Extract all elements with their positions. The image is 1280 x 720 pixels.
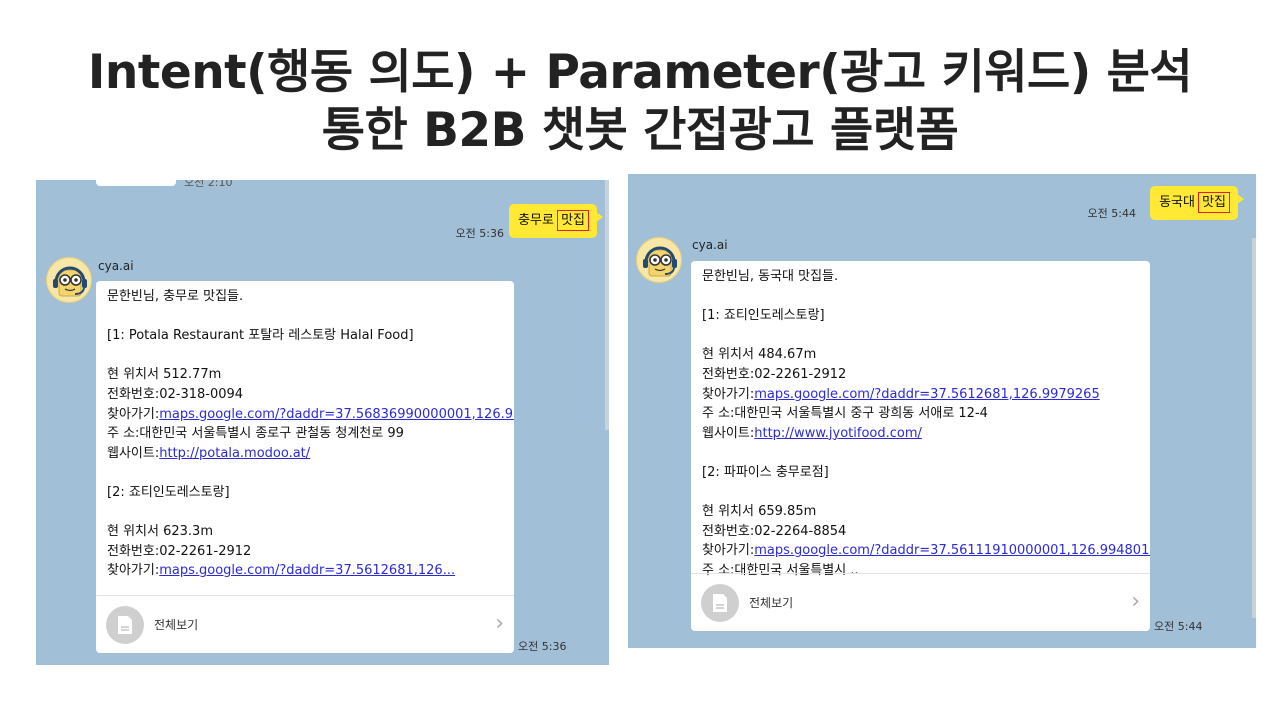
restaurant-1-heading: [1: Potala Restaurant 포탈라 레스토랑 Halal Foo… [107,328,414,344]
chat-screenshot-left: 오전 2:10 충무로 맛집 오전 5:36 cya.ai 문한빈님, 충무로 … [36,180,609,665]
restaurant-2-distance: 현 위치서 659.85m [702,504,817,520]
user-message-time: 오전 5:44 [1087,207,1136,220]
view-all-button[interactable]: 전체보기 › [691,573,1150,631]
keyword-highlight: 맛집 [1198,192,1230,213]
restaurant-1-directions-label: 찾아가기: [702,386,755,402]
scrollbar[interactable] [605,180,609,430]
restaurant-2-directions-label: 찾아가기: [702,543,755,559]
previous-message-time: 오전 2:10 [184,180,233,189]
slide-title-line1: Intent(행동 의도) + Parameter(광고 키워드) 분석 [87,45,1193,100]
restaurant-2-heading: [2: 파파이스 충무로점] [702,464,829,480]
user-message-text: 충무로 [518,213,559,228]
greeting-text: 문한빈님, 동국대 맛집들. [702,269,839,284]
restaurant-1-address: 주 소:대한민국 서울특별시 종로구 관철동 청계천로 99 [107,426,404,442]
view-all-label: 전체보기 [749,596,794,610]
chevron-right-icon: › [495,611,504,636]
chatbot-headset-avatar-icon [46,257,92,303]
user-message-bubble: 동국대 맛집 [1150,186,1244,220]
restaurant-1-distance: 현 위치서 484.67m [702,347,817,363]
restaurant-1-directions-label: 찾아가기: [107,406,160,422]
restaurant-2-directions-link[interactable]: maps.google.com/?daddr=37.56111910000001… [754,543,1150,558]
restaurant-1-directions-link[interactable]: maps.google.com/?daddr=37.56836990000001… [159,407,514,422]
restaurant-1-phone: 전화번호:02-2261-2912 [702,366,847,382]
restaurant-1-directions-link[interactable]: maps.google.com/?daddr=37.5612681,126.99… [754,387,1100,402]
bot-message-card: 문한빈님, 충무로 맛집들. [1: Potala Restaurant 포탈라… [96,281,514,653]
restaurant-2-phone: 전화번호:02-2261-2912 [107,543,252,559]
restaurant-2-distance: 현 위치서 623.3m [107,524,213,540]
user-message-time: 오전 5:36 [455,227,504,240]
bot-message-time: 오전 5:44 [1154,620,1203,633]
slide-title-line2: 통한 B2B 챗봇 간접광고 플랫폼 [321,103,959,158]
restaurant-1-heading: [1: 죠티인도레스토랑] [702,308,825,324]
restaurant-2-heading: [2: 죠티인도레스토랑] [107,484,230,500]
user-message-text: 동국대 [1159,195,1200,210]
bot-message-time: 오전 5:36 [518,640,567,653]
chat-screenshot-right: 동국대 맛집 오전 5:44 cya.ai 문한빈님, 동국대 맛집들. [1:… [628,174,1256,648]
restaurant-1-website-link[interactable]: http://potala.modoo.at/ [159,446,310,461]
slide-title: Intent(행동 의도) + Parameter(광고 키워드) 분석 통한 … [0,44,1280,160]
bot-message-card: 문한빈님, 동국대 맛집들. [1: 죠티인도레스토랑] 현 위치서 484.6… [691,261,1150,631]
view-all-label: 전체보기 [154,618,199,632]
keyword-highlight: 맛집 [557,210,589,231]
document-icon [106,605,144,644]
bot-name: cya.ai [98,259,134,273]
bot-name: cya.ai [692,238,728,252]
chatbot-headset-avatar-icon [636,237,682,283]
restaurant-1-website-link[interactable]: http://www.jyotifood.com/ [754,426,922,441]
restaurant-1-phone: 전화번호:02-318-0094 [107,386,244,402]
greeting-text: 문한빈님, 충무로 맛집들. [107,289,244,304]
restaurant-2-directions-label: 찾아가기: [107,563,160,579]
restaurant-1-website-label: 웹사이트: [107,445,160,461]
view-all-button[interactable]: 전체보기 › [96,595,514,653]
restaurant-1-website-label: 웹사이트: [702,425,755,441]
restaurant-2-directions-link[interactable]: maps.google.com/?daddr=37.5612681,126... [159,563,455,578]
restaurant-2-phone: 전화번호:02-2264-8854 [702,523,847,539]
restaurant-1-distance: 현 위치서 512.77m [107,367,222,383]
restaurant-1-address: 주 소:대한민국 서울특별시 중구 광희동 서애로 12-4 [702,406,988,422]
scrollbar[interactable] [1252,238,1256,618]
chevron-right-icon: › [1131,589,1140,614]
user-message-bubble: 충무로 맛집 [509,204,603,238]
document-icon [701,583,739,622]
previous-message-bubble [96,180,176,186]
